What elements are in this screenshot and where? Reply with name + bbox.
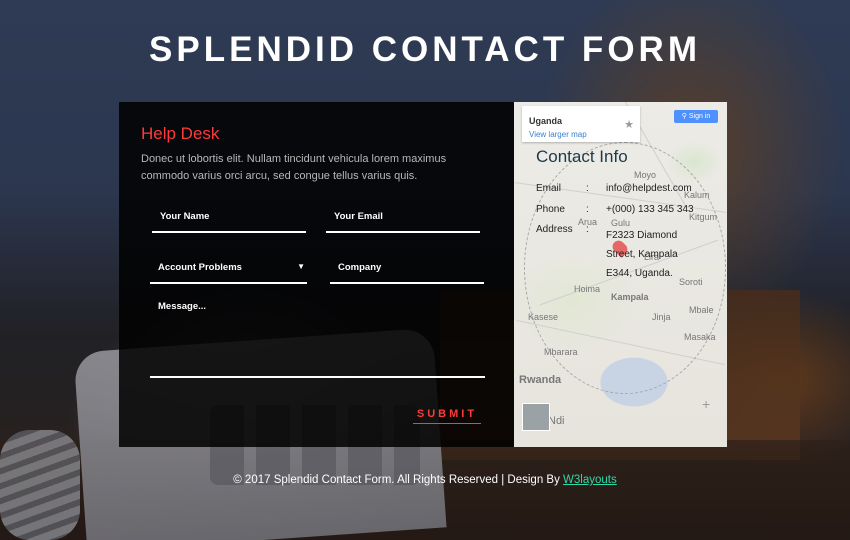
contact-info-card: Kalum Kitgum Moyo Arua Gulu Lira Soroti … <box>514 102 727 447</box>
email-field[interactable]: Your Email <box>326 201 480 233</box>
map-label: Hoima <box>574 284 601 294</box>
map-label: Jinja <box>652 312 671 322</box>
map-label: Mbale <box>689 305 714 315</box>
map-label: Rwanda <box>519 374 562 386</box>
map-label: Kasese <box>528 312 559 322</box>
address-value: F2323 Diamond Street, Kampala E344, Ugan… <box>606 230 678 279</box>
contact-info-title: Contact Info <box>536 147 628 166</box>
email-placeholder: Your Email <box>334 211 383 222</box>
map-label: Ndi <box>548 415 565 427</box>
map-place-name: Uganda <box>529 116 563 126</box>
subject-select[interactable]: Account Problems ▼ <box>150 252 307 284</box>
star-icon[interactable]: ★ <box>624 118 634 131</box>
message-placeholder: Message... <box>158 301 207 312</box>
map-label: Moyo <box>634 170 657 180</box>
address-label: Address <box>536 224 573 235</box>
footer-designer-link[interactable]: W3layouts <box>563 474 617 486</box>
map-label: Kampala <box>611 292 649 302</box>
map-label: Masaka <box>684 332 716 342</box>
map-place-card: Uganda View larger map ★ <box>522 106 640 142</box>
name-placeholder: Your Name <box>160 211 210 222</box>
contact-address-row: Address : F2323 Diamond Street, Kampala … <box>536 224 726 284</box>
contact-email-row: Email : info@helpdest.com <box>536 183 726 203</box>
message-textarea[interactable]: Message... <box>150 297 485 378</box>
contact-form-panel: Help Desk Donec ut lobortis elit. Nullam… <box>119 102 514 447</box>
user-icon: ⚲ <box>681 113 687 120</box>
map-signin-label: Sign in <box>688 113 711 120</box>
view-larger-map-link[interactable]: View larger map <box>529 130 587 139</box>
footer-copyright: © 2017 Splendid Contact Form. All Rights… <box>233 474 560 486</box>
phone-label: Phone <box>536 204 565 215</box>
name-field[interactable]: Your Name <box>152 201 306 233</box>
company-placeholder: Company <box>338 262 382 273</box>
email-value[interactable]: info@helpdest.com <box>606 183 696 195</box>
subject-selected-value: Account Problems <box>158 262 242 273</box>
footer: © 2017 Splendid Contact Form. All Rights… <box>0 474 850 486</box>
chevron-down-icon: ▼ <box>297 262 305 271</box>
phone-value: +(000) 133 345 343 <box>606 204 694 215</box>
submit-button[interactable]: SUBMIT <box>413 408 481 424</box>
help-desk-heading: Help Desk <box>141 124 220 143</box>
zoom-in-icon[interactable]: + <box>702 396 710 412</box>
company-field[interactable]: Company <box>330 252 484 284</box>
help-desk-description: Donec ut lobortis elit. Nullam tincidunt… <box>141 153 447 182</box>
map-signin-button[interactable]: ⚲ Sign in <box>674 110 718 123</box>
map-label: Mbarara <box>544 347 578 357</box>
email-label: Email <box>536 183 562 194</box>
map-satellite-thumbnail[interactable] <box>522 403 550 431</box>
contact-phone-row: Phone : +(000) 133 345 343 <box>536 204 726 224</box>
page-title: SPLENDID CONTACT FORM <box>149 30 701 69</box>
